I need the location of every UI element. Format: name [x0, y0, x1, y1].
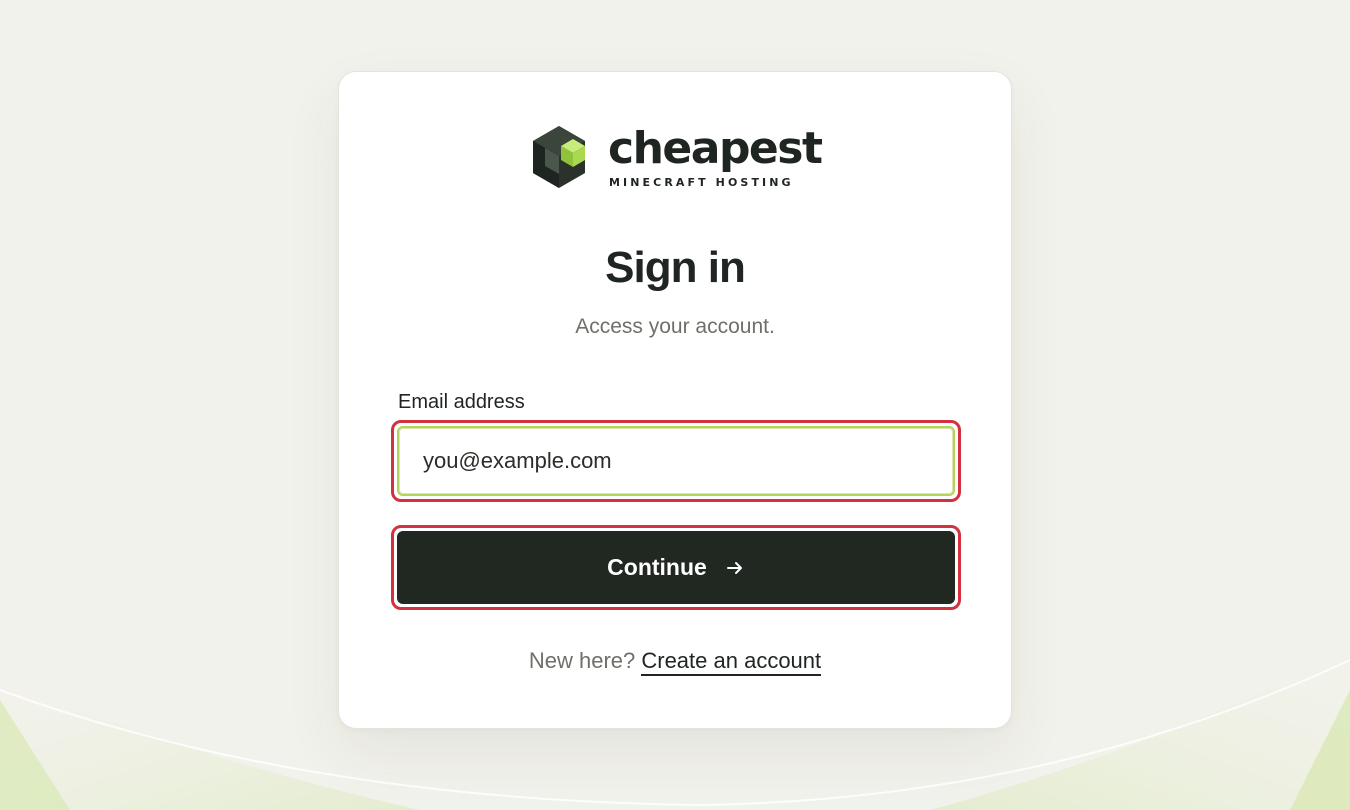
create-account-link[interactable]: Create an account: [641, 648, 822, 676]
brand-logo[interactable]: cheapest MINECRAFT HOSTING: [531, 124, 831, 194]
sign-in-card: cheapest MINECRAFT HOSTING Sign in Acces…: [338, 71, 1012, 729]
email-label: Email address: [398, 391, 525, 413]
arrow-right-icon: [726, 561, 742, 574]
continue-button-label: Continue: [607, 554, 707, 580]
signup-prompt: New here? Create an account: [339, 646, 1011, 676]
signup-prompt-text: New here?: [528, 648, 636, 673]
cube-logo-icon: [533, 126, 585, 188]
email-field[interactable]: [397, 426, 955, 496]
page-title: Sign in: [605, 243, 746, 292]
page-subtitle: Access your account.: [575, 315, 775, 338]
brand-wordmark: cheapest: [608, 123, 823, 174]
brand-tagline: MINECRAFT HOSTING: [609, 176, 794, 189]
continue-button[interactable]: Continue: [397, 531, 955, 604]
